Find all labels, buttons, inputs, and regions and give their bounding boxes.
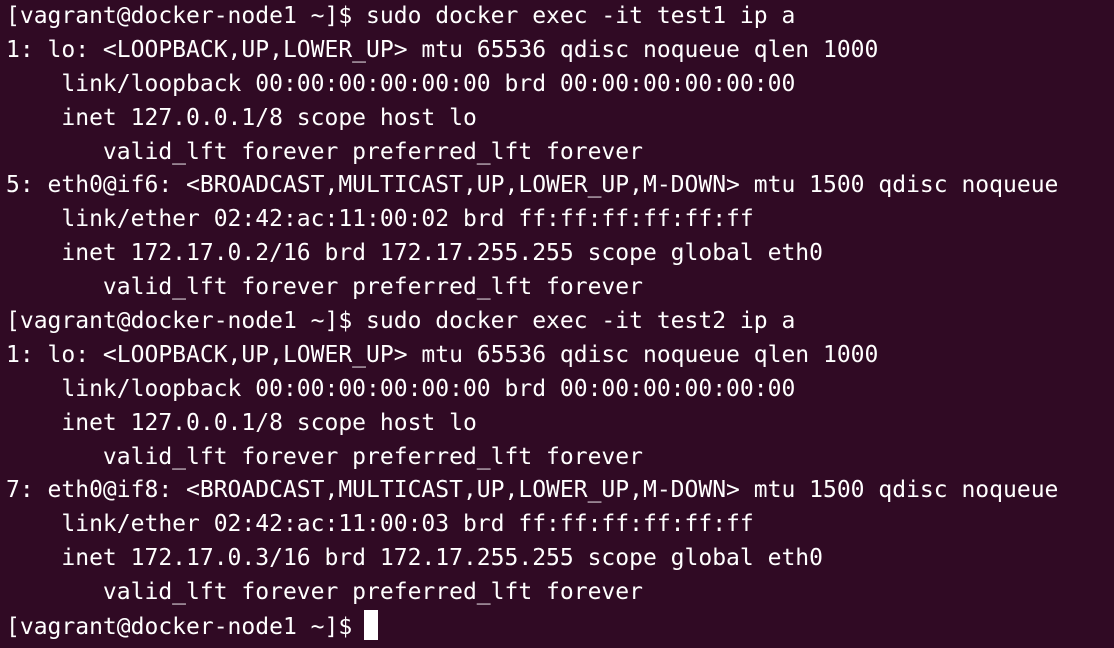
output-line: 5: eth0@if6: <BROADCAST,MULTICAST,UP,LOW…	[6, 172, 1059, 199]
output-line: link/ether 02:42:ac:11:00:03 brd ff:ff:f…	[6, 511, 754, 538]
output-line: link/loopback 00:00:00:00:00:00 brd 00:0…	[6, 70, 796, 97]
output-line: inet 172.17.0.3/16 brd 172.17.255.255 sc…	[6, 545, 823, 572]
active-prompt-line[interactable]: [vagrant@docker-node1 ~]$	[6, 610, 1114, 644]
output-line: inet 127.0.0.1/8 scope host lo	[6, 104, 477, 131]
text-cursor[interactable]	[364, 610, 379, 641]
output-line: 1: lo: <LOOPBACK,UP,LOWER_UP> mtu 65536 …	[6, 341, 879, 368]
output-line: inet 127.0.0.1/8 scope host lo	[6, 409, 477, 436]
output-line: valid_lft forever preferred_lft forever	[6, 274, 643, 301]
output-line: link/ether 02:42:ac:11:00:02 brd ff:ff:f…	[6, 206, 754, 233]
output-line: inet 172.17.0.2/16 brd 172.17.255.255 sc…	[6, 240, 823, 267]
output-line: valid_lft forever preferred_lft forever	[6, 443, 643, 470]
shell-prompt: [vagrant@docker-node1 ~]$	[6, 614, 353, 641]
output-line: 7: eth0@if8: <BROADCAST,MULTICAST,UP,LOW…	[6, 477, 1059, 504]
output-line: 1: lo: <LOOPBACK,UP,LOWER_UP> mtu 65536 …	[6, 36, 879, 63]
output-line: link/loopback 00:00:00:00:00:00 brd 00:0…	[6, 375, 796, 402]
command-line: [vagrant@docker-node1 ~]$ sudo docker ex…	[6, 308, 796, 335]
output-line: valid_lft forever preferred_lft forever	[6, 138, 643, 165]
output-line: valid_lft forever preferred_lft forever	[6, 579, 643, 606]
terminal-window[interactable]: [vagrant@docker-node1 ~]$ sudo docker ex…	[0, 0, 1114, 648]
command-line: [vagrant@docker-node1 ~]$ sudo docker ex…	[6, 3, 796, 29]
